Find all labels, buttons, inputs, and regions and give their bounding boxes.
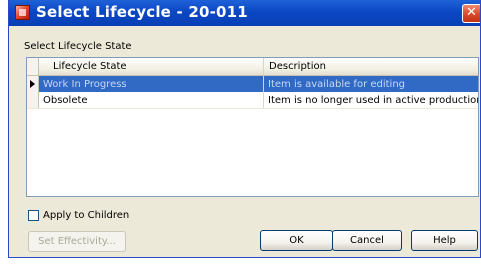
cell-description[interactable]: Item is available for editing xyxy=(264,76,478,92)
help-button[interactable]: Help xyxy=(411,230,478,251)
apply-to-children-checkbox[interactable] xyxy=(28,210,39,221)
lifecycle-state-grid: Lifecycle State Description Work In Prog… xyxy=(26,57,479,197)
cell-description[interactable]: Item is no longer used in active product… xyxy=(264,92,478,108)
grid-header-row: Lifecycle State Description xyxy=(27,58,478,76)
column-header-description[interactable]: Description xyxy=(264,58,478,75)
cell-lifecycle-state[interactable]: Work In Progress xyxy=(39,76,264,92)
column-header-lifecycle-state[interactable]: Lifecycle State xyxy=(39,58,264,75)
dialog-title: Select Lifecycle - 20-011 xyxy=(36,3,248,21)
lifecycle-app-icon xyxy=(15,5,30,20)
row-indicator-cell xyxy=(27,92,39,108)
ok-button[interactable]: OK xyxy=(260,230,333,251)
close-icon: ✕ xyxy=(466,5,477,20)
section-label: Select Lifecycle State xyxy=(24,41,132,52)
set-effectivity-button: Set Effectivity... xyxy=(28,231,126,252)
header-indicator-cell xyxy=(27,58,39,75)
cell-lifecycle-state[interactable]: Obsolete xyxy=(39,92,264,108)
table-row[interactable]: Work In Progress Item is available for e… xyxy=(27,76,478,92)
table-row[interactable]: Obsolete Item is no longer used in activ… xyxy=(27,92,478,109)
apply-to-children-label: Apply to Children xyxy=(43,210,130,221)
title-bar[interactable]: Select Lifecycle - 20-011 ✕ xyxy=(9,0,480,26)
row-indicator-cell xyxy=(27,76,39,92)
select-lifecycle-dialog: Select Lifecycle - 20-011 ✕ Select Lifec… xyxy=(8,0,481,258)
apply-to-children-option[interactable]: Apply to Children xyxy=(28,210,129,221)
row-pointer-icon xyxy=(30,80,35,88)
cancel-button[interactable]: Cancel xyxy=(332,230,402,251)
close-button[interactable]: ✕ xyxy=(462,4,480,23)
